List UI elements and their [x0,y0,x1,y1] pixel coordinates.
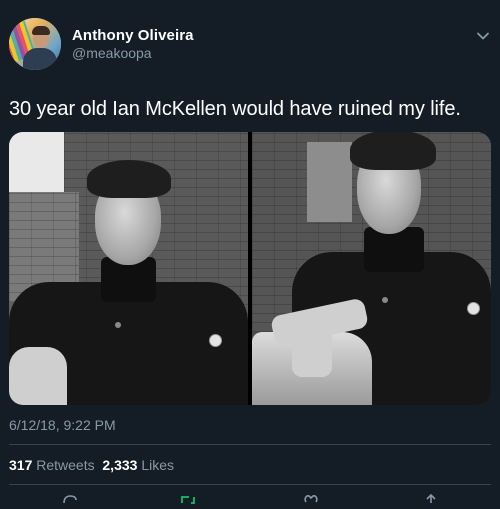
reply-icon[interactable] [62,491,78,504]
retweets-count[interactable]: 317 [9,457,32,473]
heart-icon[interactable] [303,491,319,503]
avatar-hair [32,26,50,35]
tweet-text: 30 year old Ian McKellen would have ruin… [9,98,461,120]
action-bar [0,491,500,504]
photo-window [307,142,352,222]
photo-turtleneck [364,227,424,272]
tweet-timestamp[interactable]: 6/12/18, 9:22 PM [9,417,116,433]
avatar-shirt [23,48,57,70]
photo-hair [87,160,171,198]
tweet-media[interactable] [9,132,491,405]
retweets-label[interactable]: Retweets [36,457,94,473]
avatar[interactable] [9,18,61,70]
divider [9,484,491,485]
likes-label[interactable]: Likes [141,457,174,473]
photo-hair [350,132,436,170]
chevron-down-icon[interactable] [475,28,491,44]
likes-count[interactable]: 2,333 [102,457,137,473]
photo-pin [209,334,222,347]
tweet-stats: 317 Retweets 2,333 Likes [9,457,174,473]
divider [9,444,491,445]
photo-coat-button [382,297,388,303]
photo-hand [292,327,332,377]
photo-hand [9,347,67,405]
photo-pin [467,302,480,315]
retweet-icon[interactable] [180,491,196,504]
share-icon[interactable] [423,491,439,503]
author-handle[interactable]: @meakoopa [72,45,152,61]
photo-right[interactable] [252,132,491,405]
tweet-header: Anthony Oliveira @meakoopa [9,18,491,74]
photo-coat-button [115,322,121,328]
photo-left[interactable] [9,132,248,405]
author-name[interactable]: Anthony Oliveira [72,27,194,44]
